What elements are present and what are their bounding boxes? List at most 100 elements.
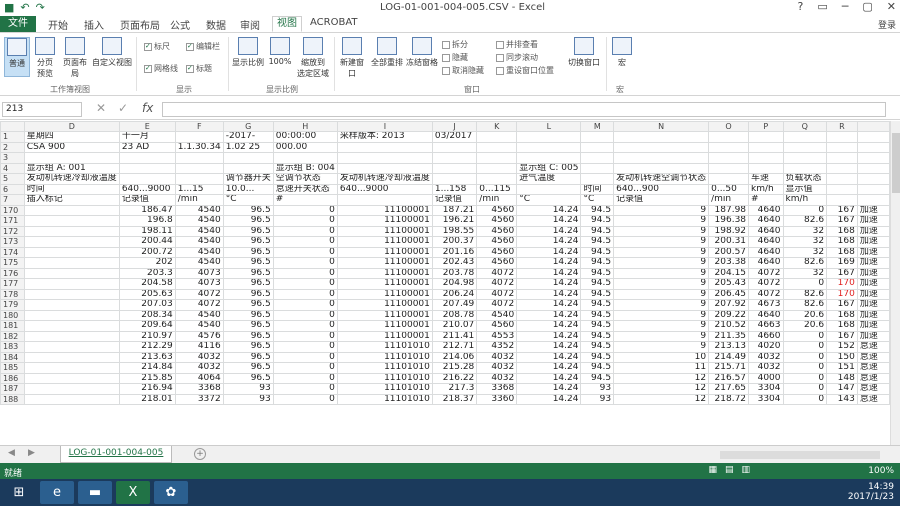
redo-icon[interactable]: ↷ xyxy=(36,1,45,14)
column-header[interactable]: Q xyxy=(782,121,828,132)
cell[interactable]: 203.38 xyxy=(708,257,750,269)
cell[interactable] xyxy=(826,152,858,164)
cell[interactable]: 14.24 xyxy=(516,393,582,405)
cell[interactable]: 4560 xyxy=(476,236,518,248)
cell[interactable]: # xyxy=(748,194,784,206)
cell[interactable]: 4064 xyxy=(174,372,224,384)
cell[interactable]: 11100001 xyxy=(336,246,433,258)
cell[interactable]: 9 xyxy=(613,341,710,353)
cell[interactable] xyxy=(580,173,615,185)
cell[interactable] xyxy=(782,131,828,143)
cell[interactable]: 198.92 xyxy=(708,225,750,237)
cell[interactable]: 怠速 xyxy=(856,362,890,374)
cell[interactable]: 218.01 xyxy=(118,393,176,405)
cell[interactable]: 210.07 xyxy=(431,320,478,332)
sync-scroll-option[interactable]: 同步滚动 xyxy=(496,52,538,63)
cell[interactable]: 0 xyxy=(272,372,338,384)
normal-view-icon[interactable]: ▦ xyxy=(708,465,717,475)
column-header[interactable]: H xyxy=(272,121,338,132)
column-header[interactable]: E xyxy=(118,121,176,132)
zoom-100-button[interactable]: 100% xyxy=(266,37,294,77)
headings-checkbox[interactable]: 标题 xyxy=(186,63,212,74)
cell[interactable]: 11100001 xyxy=(336,204,433,216)
cell[interactable]: 218.37 xyxy=(431,393,478,405)
excel-icon[interactable]: X xyxy=(116,481,150,504)
cell[interactable]: 216.22 xyxy=(431,372,478,384)
cell[interactable]: 4540 xyxy=(174,246,224,258)
cell[interactable]: 加速 xyxy=(856,257,890,269)
cell[interactable]: 94.5 xyxy=(580,341,615,353)
cell[interactable]: 0 xyxy=(272,225,338,237)
cell[interactable] xyxy=(431,162,478,174)
cell[interactable] xyxy=(174,162,224,174)
cell[interactable]: 4540 xyxy=(174,257,224,269)
page-break-icon[interactable]: ▥ xyxy=(741,465,750,475)
cell[interactable]: 4073 xyxy=(174,267,224,279)
cell[interactable]: 0 xyxy=(272,393,338,405)
cell[interactable]: 4640 xyxy=(748,236,784,248)
cell[interactable]: 0 xyxy=(782,383,828,395)
arrange-all-button[interactable]: 全部重排 xyxy=(370,37,404,77)
cell[interactable]: 4072 xyxy=(476,278,518,290)
column-header[interactable]: I xyxy=(336,121,433,132)
cell[interactable]: 4540 xyxy=(174,215,224,227)
cell[interactable]: 93 xyxy=(580,383,615,395)
cell[interactable]: 11100001 xyxy=(336,225,433,237)
cell[interactable] xyxy=(23,383,120,395)
custom-views-button[interactable]: 自定义视图 xyxy=(92,37,132,77)
column-header[interactable]: M xyxy=(580,121,615,132)
cell[interactable] xyxy=(23,320,120,332)
cell[interactable]: 000.00 xyxy=(272,141,338,153)
cell[interactable] xyxy=(23,246,120,258)
cell[interactable] xyxy=(336,162,433,174)
cell[interactable]: 96.5 xyxy=(222,204,274,216)
cell[interactable]: 4660 xyxy=(748,330,784,342)
cell[interactable]: 96.5 xyxy=(222,362,274,374)
cell[interactable] xyxy=(336,141,433,153)
cell[interactable]: 94.5 xyxy=(580,215,615,227)
cell[interactable]: 170 xyxy=(826,278,858,290)
tab-review[interactable]: 审阅 xyxy=(240,17,260,32)
cell[interactable] xyxy=(580,152,615,164)
row-header[interactable]: 1 xyxy=(0,131,25,143)
cell[interactable]: 640...900 xyxy=(613,183,710,195)
cell[interactable]: 9 xyxy=(613,215,710,227)
cell[interactable] xyxy=(826,194,858,206)
cell[interactable]: 14.24 xyxy=(516,236,582,248)
cell[interactable]: 怠速 xyxy=(856,351,890,363)
cell[interactable]: 640...9000 xyxy=(336,183,433,195)
cell[interactable]: 4032 xyxy=(476,372,518,384)
cell[interactable] xyxy=(222,162,274,174)
cell[interactable]: 9 xyxy=(613,267,710,279)
cell[interactable] xyxy=(118,152,176,164)
cell[interactable] xyxy=(708,162,750,174)
cell[interactable] xyxy=(23,267,120,279)
column-header[interactable] xyxy=(856,121,890,132)
cell[interactable]: 20.6 xyxy=(782,309,828,321)
cell[interactable]: 82.6 xyxy=(782,215,828,227)
cell[interactable]: 211.35 xyxy=(708,330,750,342)
cell[interactable] xyxy=(748,152,784,164)
cell[interactable]: 4560 xyxy=(476,320,518,332)
cell[interactable]: 14.24 xyxy=(516,267,582,279)
cell[interactable] xyxy=(708,152,750,164)
next-sheet-icon[interactable]: ▶ xyxy=(28,448,35,458)
cell[interactable]: 显示组 B: 004 xyxy=(272,162,338,174)
cell[interactable]: °C xyxy=(516,194,582,206)
cell[interactable]: 11100001 xyxy=(336,267,433,279)
cell[interactable]: 218.72 xyxy=(708,393,750,405)
cell[interactable]: 196.8 xyxy=(118,215,176,227)
cell[interactable]: 216.94 xyxy=(118,383,176,395)
cell[interactable]: km/h xyxy=(782,194,828,206)
cell[interactable]: 0 xyxy=(272,330,338,342)
cell[interactable]: 0 xyxy=(782,362,828,374)
cell[interactable]: 82.6 xyxy=(782,288,828,300)
cell[interactable] xyxy=(272,152,338,164)
row-header[interactable]: 6 xyxy=(0,183,25,195)
tab-data[interactable]: 数据 xyxy=(206,17,226,32)
cell[interactable]: 11100001 xyxy=(336,309,433,321)
cell[interactable]: 94.5 xyxy=(580,320,615,332)
cell[interactable]: 4640 xyxy=(748,225,784,237)
cell[interactable]: 9 xyxy=(613,236,710,248)
cell[interactable]: 14.24 xyxy=(516,341,582,353)
